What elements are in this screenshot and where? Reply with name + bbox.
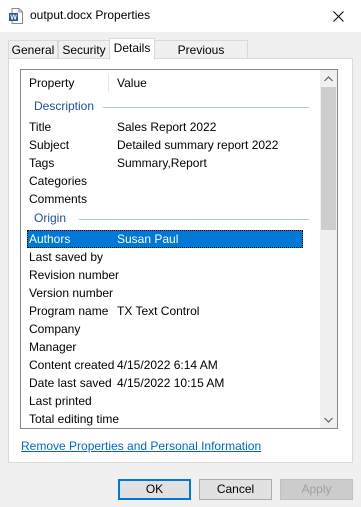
- property-name: Subject: [29, 138, 70, 152]
- property-row-date-last-saved[interactable]: Date last saved 4/15/2022 10:15 AM: [27, 374, 303, 392]
- property-row-program-name[interactable]: Program name TX Text Control: [27, 302, 303, 320]
- property-name: Last printed: [29, 394, 92, 408]
- group-label: Description: [34, 99, 95, 113]
- property-name: Content created: [29, 358, 115, 372]
- property-name: Last saved by: [29, 250, 104, 264]
- property-row-total-editing-time[interactable]: Total editing time: [27, 410, 303, 428]
- tab-previous-versions[interactable]: Previous Versions: [154, 40, 248, 75]
- group-origin: Origin: [21, 210, 321, 228]
- property-value: Sales Report 2022: [117, 120, 217, 134]
- tab-general[interactable]: General: [8, 40, 58, 59]
- property-value: Summary,Report: [117, 156, 207, 170]
- close-button[interactable]: [315, 0, 361, 32]
- properties-list[interactable]: Property Value Description Title Sales R…: [20, 69, 338, 429]
- property-row-last-saved-by[interactable]: Last saved by: [27, 248, 303, 266]
- tab-security[interactable]: Security: [58, 40, 110, 59]
- column-header-value[interactable]: Value: [117, 76, 147, 90]
- scroll-up-button[interactable]: [320, 70, 337, 87]
- close-icon: [332, 10, 344, 22]
- property-name: Title: [29, 120, 52, 134]
- group-label: Origin: [34, 211, 67, 225]
- column-header-property[interactable]: Property: [29, 76, 74, 90]
- property-name: Comments: [29, 192, 88, 206]
- chevron-down-icon: [324, 417, 333, 423]
- svg-text:W: W: [10, 15, 17, 22]
- property-name: Revision number: [29, 268, 120, 282]
- scroll-down-button[interactable]: [320, 411, 337, 428]
- property-row-content-created[interactable]: Content created 4/15/2022 6:14 AM: [27, 356, 303, 374]
- vertical-scrollbar[interactable]: [320, 70, 337, 428]
- property-row-version-number[interactable]: Version number: [27, 284, 303, 302]
- property-name: Categories: [29, 174, 88, 188]
- property-value: Detailed summary report 2022: [117, 138, 279, 152]
- property-row-subject[interactable]: Subject Detailed summary report 2022: [27, 136, 303, 154]
- property-value: TX Text Control: [117, 304, 200, 318]
- property-name: Authors: [29, 232, 71, 246]
- scroll-thumb[interactable]: [321, 87, 336, 230]
- property-name: Total editing time: [29, 412, 120, 426]
- column-divider[interactable]: [108, 74, 109, 92]
- property-row-manager[interactable]: Manager: [27, 338, 303, 356]
- property-value: 4/15/2022 10:15 AM: [117, 376, 225, 390]
- group-divider: [103, 107, 309, 108]
- property-row-tags[interactable]: Tags Summary,Report: [27, 154, 303, 172]
- cancel-button[interactable]: Cancel: [199, 479, 272, 500]
- property-name: Company: [29, 322, 81, 336]
- property-value: 4/15/2022 6:14 AM: [117, 358, 218, 372]
- ok-button[interactable]: OK: [118, 479, 191, 500]
- list-header: Property Value: [21, 70, 321, 96]
- property-row-revision-number[interactable]: Revision number: [27, 266, 303, 284]
- property-value: Susan Paul: [117, 232, 179, 246]
- tab-details[interactable]: Details: [109, 38, 155, 60]
- property-name: Date last saved: [29, 376, 112, 390]
- title-bar: W output.docx Properties: [0, 0, 361, 32]
- group-divider: [79, 219, 309, 220]
- property-row-company[interactable]: Company: [27, 320, 303, 338]
- group-description: Description: [21, 98, 321, 116]
- property-name: Program name: [29, 304, 109, 318]
- property-row-categories[interactable]: Categories: [27, 172, 303, 190]
- word-doc-icon: W: [9, 8, 23, 24]
- property-name: Version number: [29, 286, 114, 300]
- apply-button[interactable]: Apply: [280, 479, 353, 500]
- tab-strip: General Security Details Previous Versio…: [8, 38, 354, 75]
- property-row-last-printed[interactable]: Last printed: [27, 392, 303, 410]
- chevron-up-icon: [324, 75, 333, 81]
- property-name: Manager: [29, 340, 77, 354]
- property-row-comments[interactable]: Comments: [27, 190, 303, 208]
- window-title: output.docx Properties: [30, 8, 151, 22]
- property-row-title[interactable]: Title Sales Report 2022: [27, 118, 303, 136]
- property-name: Tags: [29, 156, 55, 170]
- remove-properties-link[interactable]: Remove Properties and Personal Informati…: [21, 439, 261, 453]
- property-row-authors[interactable]: Authors Susan Paul: [27, 230, 303, 248]
